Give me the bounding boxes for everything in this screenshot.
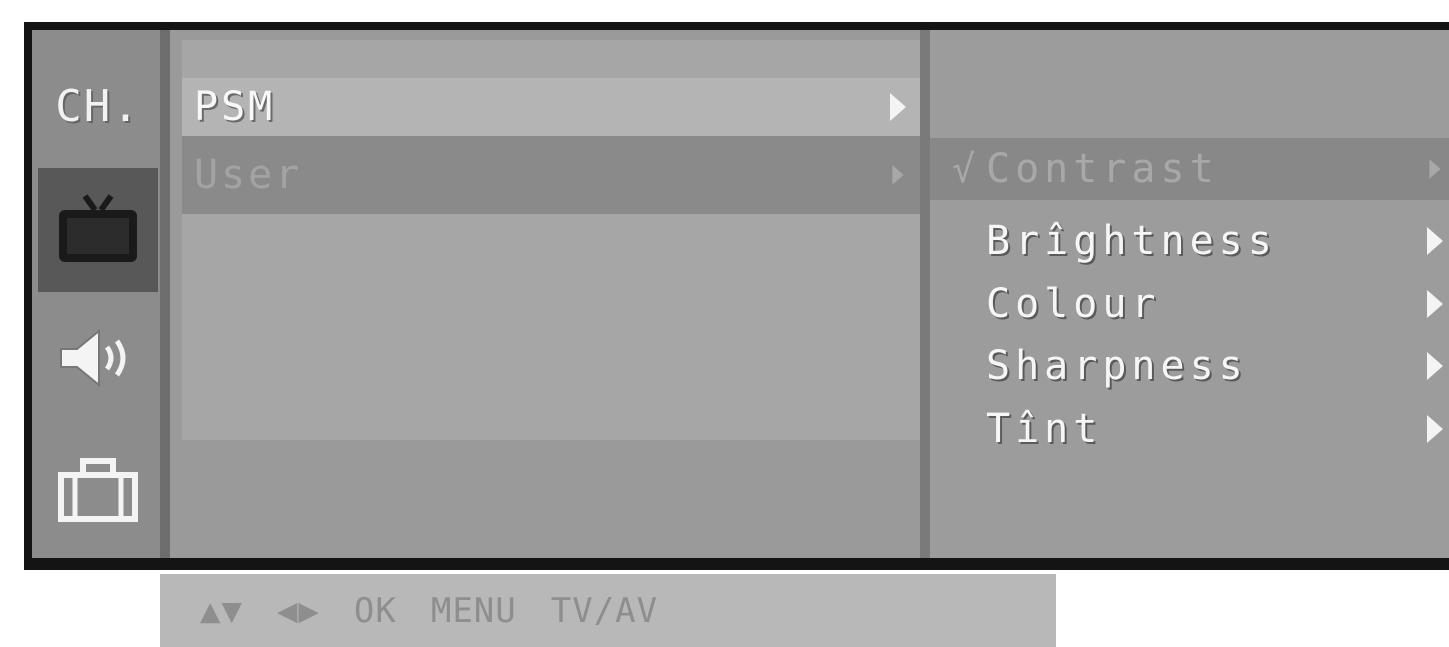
ok-hint: OK <box>353 590 397 631</box>
chevron-right-icon <box>1427 352 1443 380</box>
picture-menu: PSM User <box>182 40 920 440</box>
submenu-item-label: Colour <box>986 281 1161 327</box>
sidebar-item-channel[interactable]: CH. <box>38 44 158 168</box>
check-icon: √ <box>952 147 980 191</box>
submenu-item-label: Sharpness <box>986 343 1248 389</box>
osd-panel: CH. PSM User √ Contrast Brîghtness Colou… <box>32 30 1449 558</box>
tv-picture-icon <box>59 194 137 262</box>
speaker-icon <box>60 328 126 388</box>
menu-item-label: PSM <box>194 84 276 130</box>
chevron-right-icon <box>1429 159 1441 179</box>
submenu-item-label: Tînt <box>986 406 1103 452</box>
left-right-icon: ◀▶ <box>276 590 320 631</box>
panel-divider <box>920 30 930 558</box>
help-bar: ▲▼ ◀▶ OK MENU TV/AV <box>160 574 1056 647</box>
sidebar-item-special[interactable] <box>38 428 158 552</box>
chevron-right-icon <box>890 93 906 121</box>
sidebar-item-picture[interactable] <box>38 168 158 292</box>
menu-hint: MENU <box>430 590 517 631</box>
submenu-item-label: Contrast <box>986 146 1219 192</box>
chevron-right-icon <box>1427 290 1443 318</box>
sidebar-item-audio[interactable] <box>38 296 158 420</box>
menu-item-psm[interactable]: PSM <box>182 78 920 136</box>
chevron-right-icon <box>892 165 904 185</box>
chevron-right-icon <box>1427 415 1443 443</box>
chevron-right-icon <box>1427 227 1443 255</box>
user-submenu: √ Contrast Brîghtness Colour Sharpness T… <box>930 30 1449 558</box>
menu-item-label: User <box>194 152 303 198</box>
submenu-item-sharpness[interactable]: Sharpness <box>930 335 1449 397</box>
menu-item-user[interactable]: User <box>182 136 920 214</box>
submenu-item-contrast[interactable]: √ Contrast <box>930 138 1449 200</box>
submenu-item-colour[interactable]: Colour <box>930 273 1449 335</box>
submenu-item-label: Brîghtness <box>986 218 1277 264</box>
osd-frame: CH. PSM User √ Contrast Brîghtness Colou… <box>24 22 1449 570</box>
submenu-item-tint[interactable]: Tînt <box>930 398 1449 460</box>
tv-av-hint: TV/AV <box>550 590 659 631</box>
submenu-item-brightness[interactable]: Brîghtness <box>930 210 1449 272</box>
up-down-icon: ▲▼ <box>200 590 243 631</box>
briefcase-icon <box>58 458 138 522</box>
category-sidebar: CH. <box>32 30 170 558</box>
channel-label: CH. <box>55 80 141 132</box>
